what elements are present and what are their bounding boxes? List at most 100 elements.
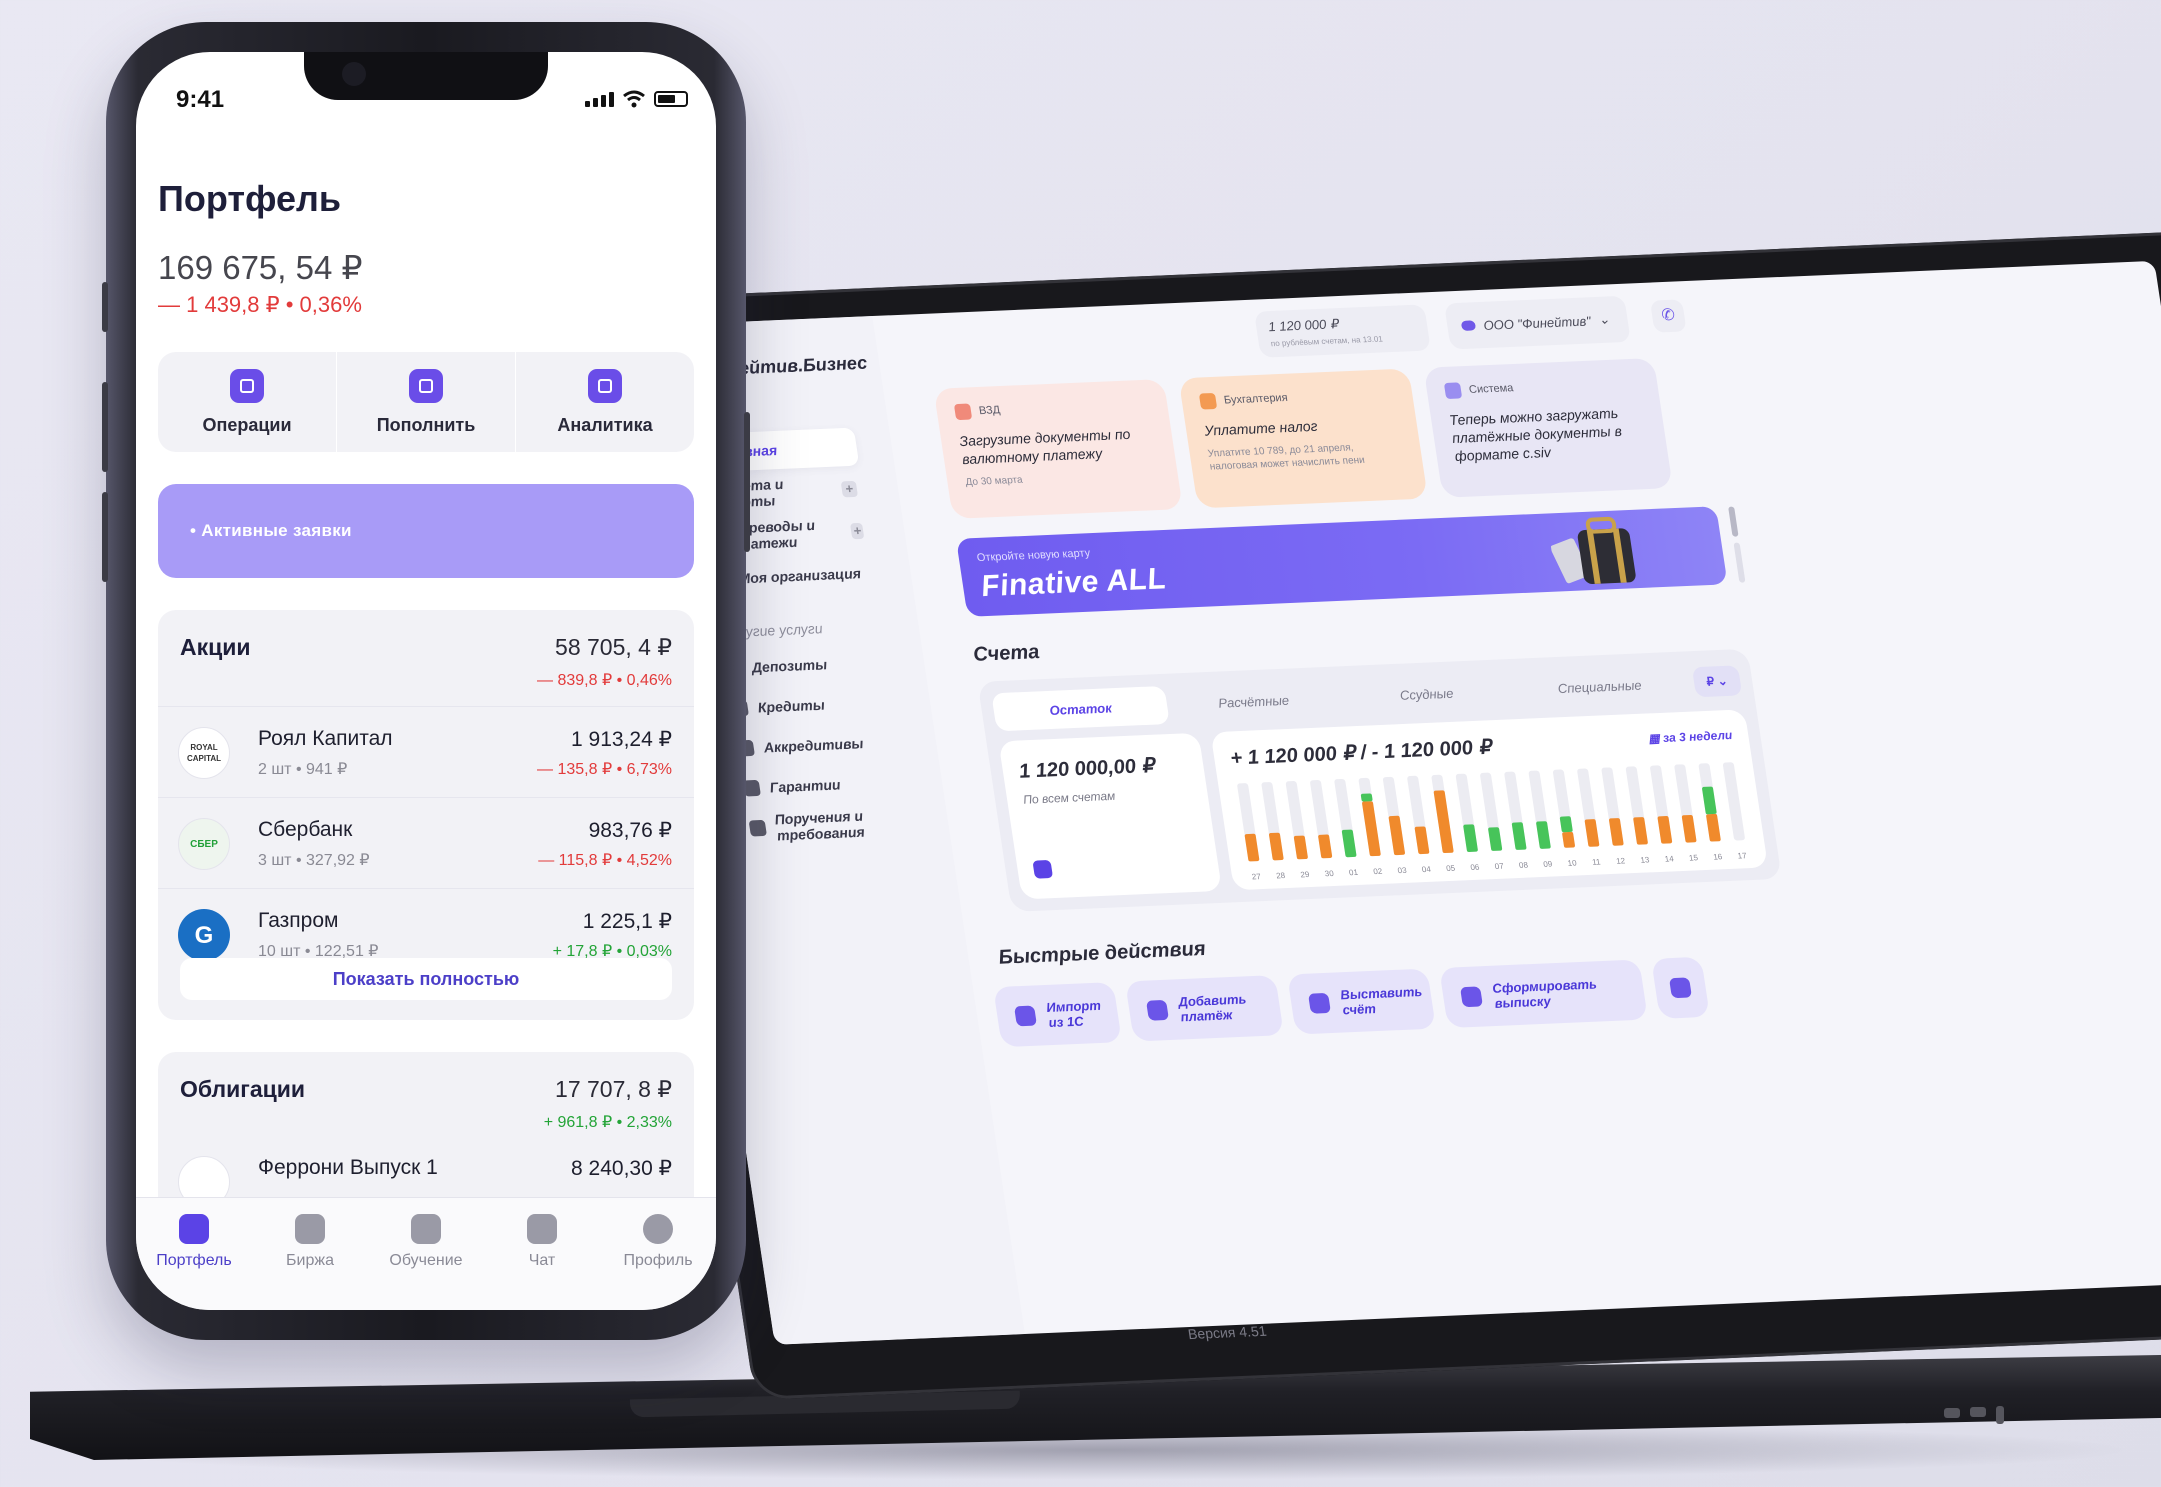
- tab-special[interactable]: Специальные: [1510, 664, 1689, 709]
- bar-30-series-0: [1318, 834, 1333, 859]
- phone-icon[interactable]: ✆: [1649, 299, 1687, 333]
- desktop-screen: Финейтив.Бизнес Главная Счета и карты + …: [622, 260, 2161, 1345]
- port-icon: [1970, 1407, 1986, 1417]
- page-title: Портфель: [158, 178, 342, 219]
- port-icon: [1944, 1408, 1960, 1418]
- tab-loan[interactable]: Ссудные: [1337, 671, 1516, 716]
- stocks-header[interactable]: Акции 58 705, 4 ₽ — 839,8 ₽ • 0,46%: [158, 610, 694, 706]
- wifi-icon: [623, 90, 645, 108]
- chevron-down-icon: ⌄: [1597, 311, 1611, 328]
- bar-28-series-0: [1269, 832, 1284, 861]
- analytics-button[interactable]: Аналитика: [516, 352, 694, 452]
- bond-name: Феррони Выпуск 1: [258, 1156, 438, 1179]
- tab-exchange[interactable]: Биржа: [252, 1198, 368, 1310]
- bottom-tab-bar: Портфель Биржа Обучение Чат Профиль: [136, 1197, 716, 1310]
- bar-16-series-0: [1706, 813, 1721, 842]
- stock-name: Сбербанк: [258, 818, 353, 841]
- bar-27-series-0: [1244, 833, 1260, 862]
- more-icon: [1669, 977, 1692, 999]
- orders-icon: [748, 819, 767, 837]
- tab-portfolio[interactable]: Портфель: [136, 1198, 252, 1310]
- phone: 9:41 Портфель 169 675, 54 ₽ — 1 439,8 ₽ …: [102, 22, 750, 1340]
- accounts-card: Остаток Расчётные Ссудные Специальные ₽ …: [977, 648, 1782, 912]
- import-icon: [1014, 1005, 1037, 1027]
- notice-sub: Уплатите 10 789, до 21 апреля, налоговая…: [1207, 442, 1366, 473]
- tab-label: Портфель: [156, 1252, 232, 1269]
- operations-icon: [230, 368, 264, 403]
- topbar-balance[interactable]: 1 120 000 ₽ по рублёвым счетам, на 13.01: [1254, 304, 1431, 358]
- bar-chart: 27 28 29 30 01 02 03 04 05 06 07 08 09 10 11 12 13 14 15 16…: [1237, 762, 1748, 881]
- layers-icon: [411, 1214, 441, 1244]
- x-tick-label: 01: [1348, 868, 1359, 877]
- issue-invoice-button[interactable]: Выставить счёт: [1287, 968, 1436, 1035]
- stock-value: 983,76 ₽: [588, 819, 672, 842]
- sidebar-item-guarantees[interactable]: Гарантии: [729, 763, 910, 809]
- tab-settlement[interactable]: Расчётные: [1164, 679, 1343, 724]
- sidebar-item-accreditives[interactable]: Аккредитивы: [723, 723, 904, 769]
- bonds-header[interactable]: Облигации 17 707, 8 ₽ + 961,8 ₽ • 2,33%: [158, 1052, 694, 1148]
- list-item[interactable]: СБЕР Сбербанк 3 шт • 327,92 ₽ 983,76 ₽ —…: [158, 797, 694, 888]
- notice-vzd[interactable]: ВЗД Загрузите документы по валютному пла…: [933, 379, 1183, 519]
- bar-07-series-1: [1488, 827, 1503, 851]
- checklist-icon: [1198, 392, 1218, 410]
- more-actions-button[interactable]: [1651, 956, 1710, 1019]
- stock-meta: 3 шт • 327,92 ₽: [258, 852, 370, 869]
- notice-tag: Система: [1468, 382, 1515, 397]
- bar-09-series-1: [1536, 821, 1551, 849]
- chart-icon: [295, 1214, 325, 1244]
- bar-02-series-1: [1360, 793, 1373, 802]
- bond-value: 8 240,30 ₽: [571, 1157, 672, 1180]
- list-item[interactable]: ROYAL CAPITAL Роял Капитал 2 шт • 941 ₽ 1…: [158, 706, 694, 797]
- stock-name: Роял Капитал: [258, 727, 393, 750]
- banner-title: Finative ALL: [978, 562, 1169, 604]
- show-all-button[interactable]: Показать полностью: [180, 958, 672, 1000]
- x-tick-label: 05: [1446, 864, 1457, 873]
- bar-16-series-1: [1702, 786, 1717, 815]
- active-requests-button[interactable]: • Активные заявки: [158, 484, 694, 578]
- import-1c-button[interactable]: Импорт из 1С: [993, 982, 1122, 1048]
- balance-details-button[interactable]: [1032, 859, 1054, 879]
- sidebar-item-label: Гарантии: [768, 776, 842, 796]
- x-tick-label: 02: [1373, 867, 1384, 876]
- add-account-button[interactable]: +: [840, 480, 859, 498]
- gazprom-logo: G: [178, 909, 230, 961]
- x-tick-label: 15: [1688, 853, 1699, 862]
- status-time: 9:41: [176, 86, 225, 113]
- x-tick-label: 06: [1470, 863, 1481, 872]
- suitcase-illustration-icon: [1550, 516, 1636, 584]
- top-up-button[interactable]: Пополнить: [337, 352, 516, 452]
- balance-box: 1 120 000,00 ₽ По всем счетам: [998, 732, 1223, 900]
- notice-accounting[interactable]: Бухгалтерия Уплатите налог Уплатите 10 7…: [1178, 368, 1428, 509]
- sidebar-item-orders[interactable]: Поручения и требования: [735, 801, 941, 848]
- topbar-balance-sub: по рублёвым счетам, на 13.01: [1270, 334, 1384, 349]
- tab-profile[interactable]: Профиль: [600, 1198, 716, 1310]
- banner-scrollbar[interactable]: [1728, 506, 1739, 537]
- tab-balance[interactable]: Остаток: [991, 685, 1170, 732]
- statement-icon: [1460, 986, 1483, 1008]
- currency-select[interactable]: ₽ ⌄: [1691, 665, 1743, 698]
- promo-banner[interactable]: Откройте новую карту Finative ALL: [955, 506, 1728, 617]
- action-label: Аналитика: [557, 414, 653, 435]
- stock-meta: 2 шт • 941 ₽: [258, 761, 348, 778]
- notice-system[interactable]: Система Теперь можно загружать платёжные…: [1423, 357, 1673, 498]
- chart-period-select[interactable]: ▦ за 3 недели: [1647, 728, 1733, 746]
- add-payment-button[interactable]: Добавить платёж: [1125, 975, 1284, 1042]
- notice-sub: До 30 марта: [964, 474, 1024, 489]
- add-transfer-button[interactable]: +: [850, 522, 865, 540]
- invoice-icon: [1308, 992, 1331, 1014]
- x-tick-label: 29: [1300, 870, 1311, 879]
- bar-12-series-0: [1609, 818, 1624, 846]
- phone-side-button: [102, 382, 108, 472]
- tab-chat[interactable]: Чат: [484, 1198, 600, 1310]
- x-tick-label: 04: [1421, 865, 1432, 874]
- statement-button[interactable]: Сформировать выписку: [1439, 959, 1648, 1029]
- organization-select[interactable]: ООО "Финейтив" ⌄: [1444, 295, 1631, 350]
- port-icon: [1996, 1406, 2004, 1424]
- tab-learning[interactable]: Обучение: [368, 1198, 484, 1310]
- operations-button[interactable]: Операции: [158, 352, 337, 452]
- x-tick-label: 12: [1616, 856, 1627, 865]
- version-label: Версия 4.51: [1186, 1322, 1268, 1343]
- group-title: Облигации: [180, 1076, 306, 1102]
- portfolio-total: 169 675, 54 ₽: [158, 249, 363, 286]
- x-tick-label: 11: [1592, 857, 1602, 866]
